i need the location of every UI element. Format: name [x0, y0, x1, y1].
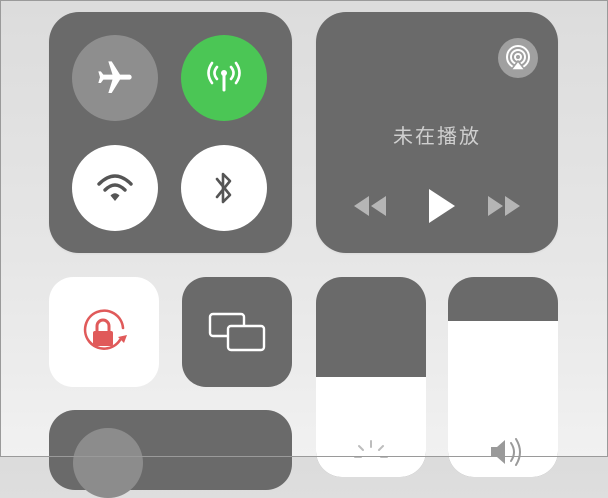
fast-forward-button[interactable]	[484, 188, 524, 224]
bluetooth-icon	[215, 172, 232, 204]
cellular-data-button[interactable]	[181, 35, 267, 121]
bottom-module-button[interactable]	[73, 428, 143, 498]
brightness-slider[interactable]	[316, 277, 426, 477]
now-playing-module: 未在播放	[316, 12, 558, 253]
bottom-module	[49, 410, 292, 498]
airplay-button[interactable]	[498, 38, 538, 78]
volume-slider[interactable]	[448, 277, 558, 477]
volume-icon-wrap	[448, 437, 558, 467]
play-icon	[429, 189, 455, 223]
bluetooth-button[interactable]	[181, 145, 267, 231]
screen-mirroring-icon	[208, 312, 266, 352]
wifi-icon	[97, 174, 133, 201]
sun-icon	[354, 440, 388, 458]
brightness-icon-wrap	[316, 437, 426, 477]
airplay-icon	[506, 45, 530, 71]
rewind-icon	[354, 196, 386, 216]
rewind-button[interactable]	[350, 188, 390, 224]
fast-forward-icon	[488, 196, 520, 216]
play-button[interactable]	[420, 186, 460, 226]
orientation-lock-icon	[83, 309, 127, 350]
airplane-icon	[98, 61, 132, 93]
cellular-antenna-icon	[207, 61, 241, 92]
now-playing-label: 未在播放	[393, 124, 481, 148]
connectivity-module	[49, 12, 292, 253]
speaker-icon	[491, 438, 521, 466]
wifi-button[interactable]	[72, 145, 158, 231]
orientation-lock-button[interactable]	[49, 277, 159, 387]
screen-mirroring-button[interactable]	[182, 277, 292, 387]
airplane-mode-button[interactable]	[72, 35, 158, 121]
